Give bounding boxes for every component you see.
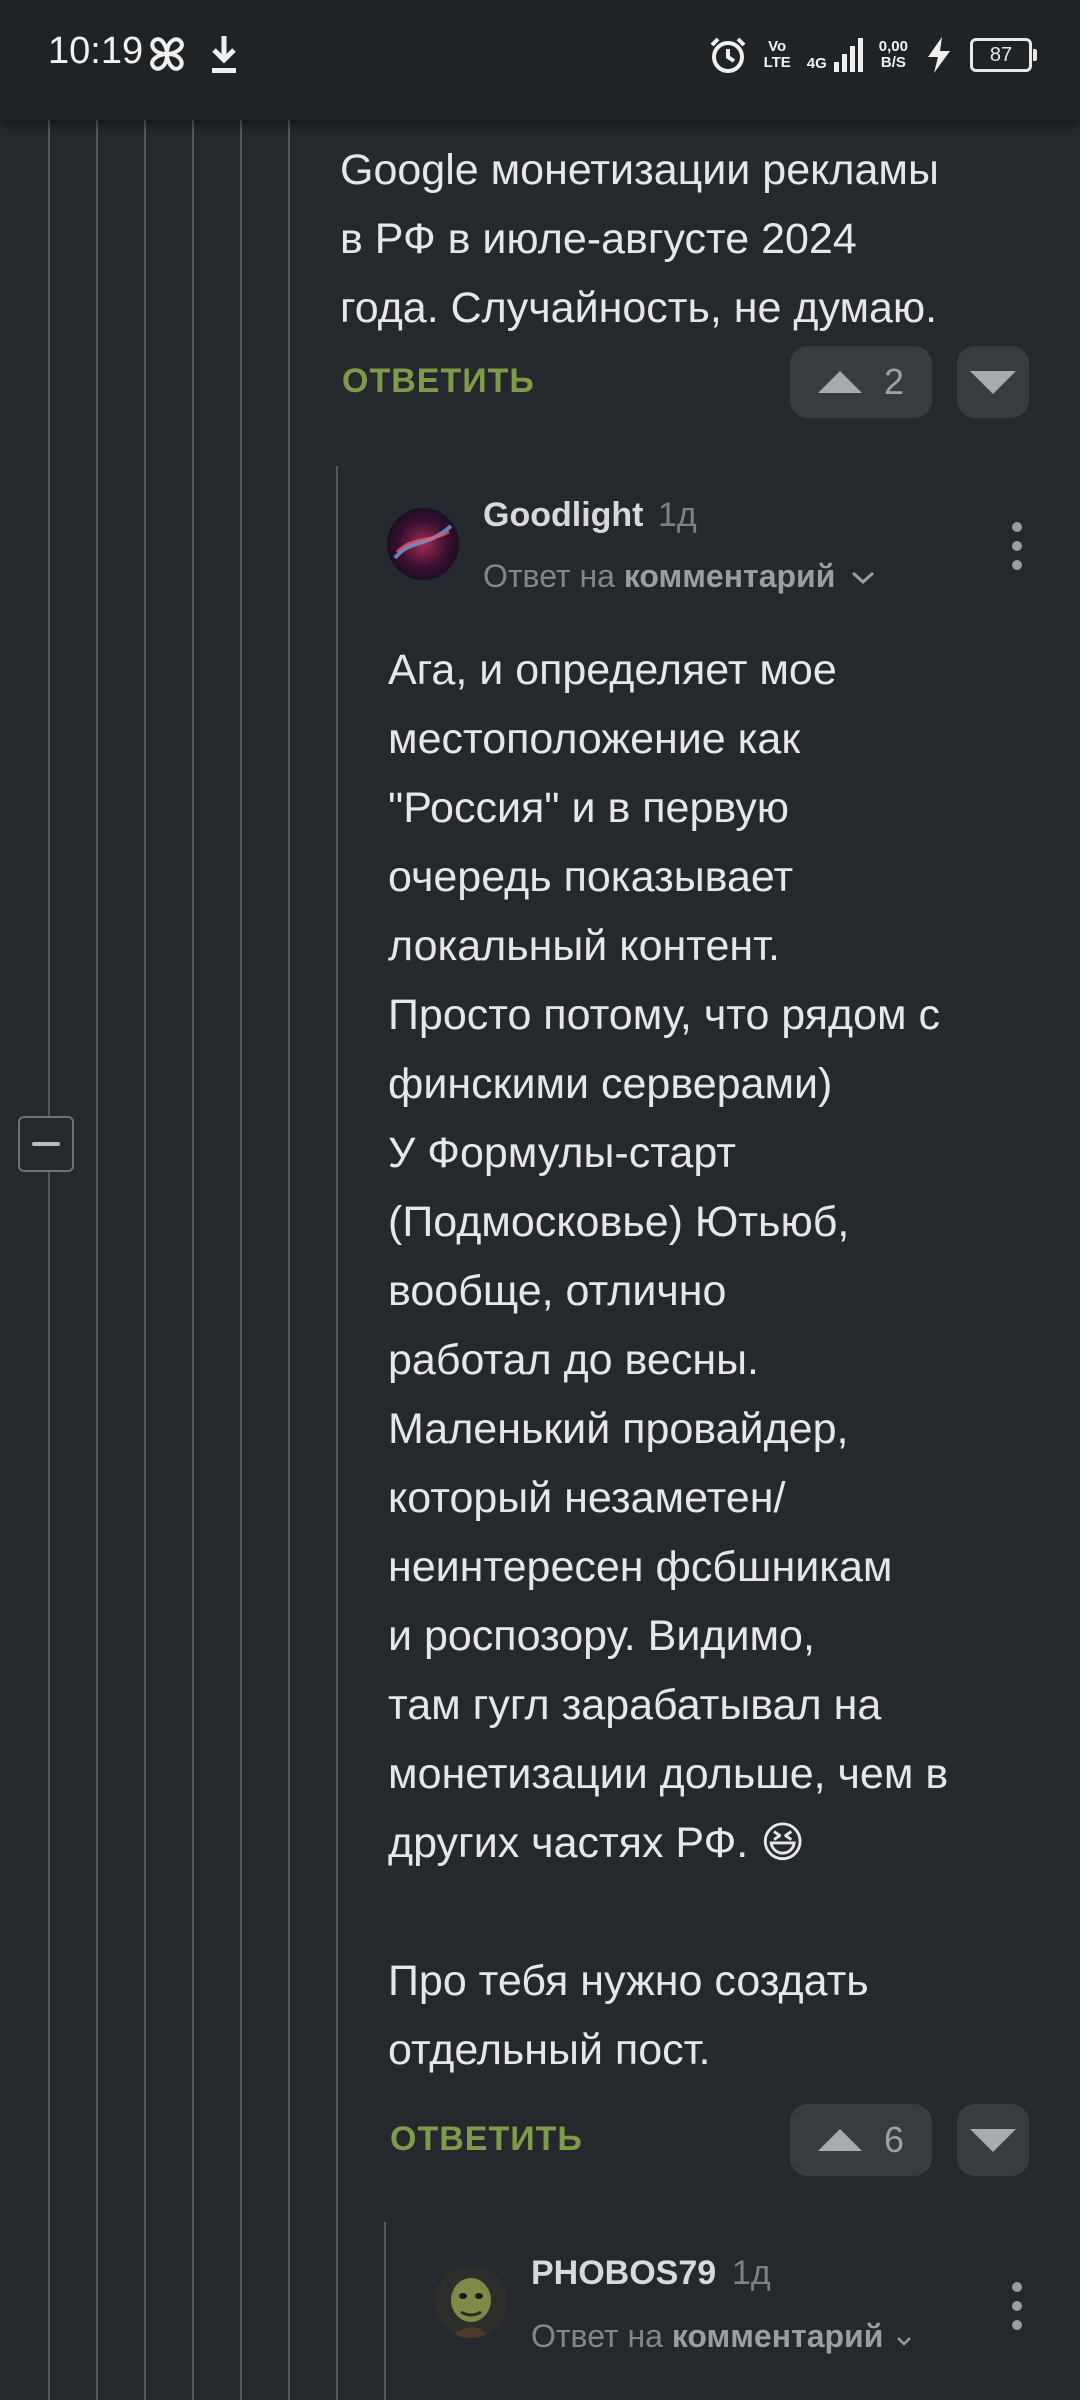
charging-icon	[928, 37, 950, 73]
upvote-button[interactable]: 2	[790, 346, 932, 418]
signal-icon: 4G	[807, 38, 863, 72]
comment-text: Google монетизации рекламы в РФ в июле-а…	[340, 146, 939, 332]
avatar[interactable]	[435, 2266, 507, 2338]
comment-age: 1д	[732, 2254, 771, 2292]
downvote-button[interactable]	[957, 2104, 1029, 2176]
volte-indicator: Vo LTE	[763, 38, 791, 71]
thread-line[interactable]	[336, 466, 338, 2400]
thread-line[interactable]	[144, 120, 146, 2400]
chevron-down-icon	[897, 2337, 912, 2346]
thread-line[interactable]	[96, 120, 98, 2400]
thread-line[interactable]	[240, 120, 242, 2400]
kebab-menu-icon[interactable]	[1011, 522, 1023, 579]
status-bar: 10:19 Vo LTE 4G 0,00 B/S 87	[0, 0, 1080, 120]
triangle-down-icon	[970, 370, 1016, 394]
thread-line[interactable]	[48, 120, 50, 2400]
reply-to-link[interactable]: Ответ на комментарий	[531, 2318, 912, 2355]
downvote-button[interactable]	[957, 346, 1029, 418]
vote-count: 2	[883, 361, 905, 402]
fan-icon	[150, 37, 184, 71]
reply-to-link[interactable]: Ответ на комментарий	[483, 558, 876, 595]
reply-button[interactable]: ОТВЕТИТЬ	[342, 362, 535, 401]
chevron-down-icon	[852, 571, 875, 585]
avatar[interactable]	[387, 508, 459, 580]
reply-button[interactable]: ОТВЕТИТЬ	[390, 2120, 583, 2159]
download-icon	[212, 36, 236, 73]
thread-line[interactable]	[192, 120, 194, 2400]
status-time: 10:19	[48, 30, 144, 72]
upvote-button[interactable]: 6	[790, 2104, 932, 2176]
comment-text: Ага, и определяет мое местоположение как…	[388, 646, 949, 2074]
triangle-up-icon	[817, 2129, 862, 2151]
triangle-up-icon	[817, 371, 862, 393]
kebab-menu-icon[interactable]	[1011, 2282, 1023, 2339]
triangle-down-icon	[970, 2128, 1016, 2152]
comment-age: 1д	[658, 496, 697, 534]
comment-author[interactable]: Goodlight	[483, 496, 644, 535]
network-type: 4G	[806, 55, 827, 72]
minus-icon	[32, 1142, 60, 1146]
alarm-icon	[710, 37, 745, 73]
thread-line[interactable]	[288, 120, 290, 2400]
comment-author[interactable]: PHOBOS79	[531, 2254, 716, 2293]
net-speed: 0,00 B/S	[878, 38, 908, 71]
collapse-thread-button[interactable]	[18, 1116, 74, 1172]
vote-count: 6	[883, 2119, 905, 2160]
thread-line[interactable]	[384, 2222, 386, 2400]
battery-indicator: 87	[970, 38, 1037, 72]
